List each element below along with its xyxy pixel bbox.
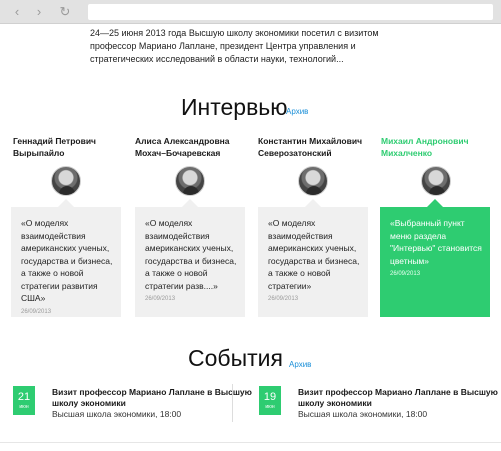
reload-icon[interactable]: ↻ bbox=[56, 3, 74, 21]
interview-quote: «О моделях взаимодействия американских у… bbox=[145, 218, 237, 291]
event-divider bbox=[232, 384, 233, 422]
chevron-left-icon[interactable]: ‹ bbox=[8, 3, 26, 21]
address-bar[interactable] bbox=[88, 4, 493, 20]
browser-toolbar: ‹ › ↻ bbox=[0, 0, 501, 24]
events-title: События bbox=[188, 345, 283, 371]
avatar[interactable] bbox=[51, 166, 81, 196]
event-day: 19 bbox=[263, 391, 277, 403]
interview-person-name[interactable]: Константин Михайлович Северозатонский bbox=[258, 135, 368, 159]
event-month: июн bbox=[19, 404, 29, 410]
interviews-title: Интервью bbox=[181, 94, 288, 120]
interview-person-name-active[interactable]: Михаил Андронович Михалченко bbox=[381, 135, 491, 159]
page-divider bbox=[0, 442, 501, 443]
chevron-right-icon[interactable]: › bbox=[30, 3, 48, 21]
event-day: 21 bbox=[17, 391, 31, 403]
interviews-archive-link[interactable]: Архив bbox=[286, 107, 308, 116]
interview-quote: «О моделях взаимодействия американских у… bbox=[21, 218, 113, 303]
interview-person-name[interactable]: Алиса Александровна Мохач–Бочаревская bbox=[135, 135, 245, 159]
interview-date: 26/09/2013 bbox=[21, 308, 52, 315]
intro-text: 24—25 июня 2013 года Высшую школу эконом… bbox=[90, 28, 379, 64]
event-title-link[interactable]: Визит профессор Мариано Лаплане в Высшую… bbox=[52, 387, 252, 409]
event-month: июн bbox=[265, 404, 275, 410]
avatar[interactable] bbox=[175, 166, 205, 196]
event-place: Высшая школа экономики, 18:00 bbox=[298, 409, 428, 419]
events-archive-link[interactable]: Архив bbox=[289, 360, 311, 369]
interview-person-name[interactable]: Геннадий Петрович Вырыпайло bbox=[13, 135, 113, 159]
interview-date: 26/09/2013 bbox=[145, 296, 176, 302]
event-date-badge: 19 июн bbox=[259, 386, 281, 415]
event-place: Высшая школа экономики, 18:00 bbox=[52, 409, 182, 419]
avatar[interactable] bbox=[421, 166, 451, 196]
interview-card[interactable]: «О моделях взаимодействия американских у… bbox=[135, 199, 245, 317]
interview-card[interactable]: «О моделях взаимодействия американских у… bbox=[11, 199, 121, 317]
interview-date: 26/09/2013 bbox=[390, 271, 421, 277]
interview-date: 26/09/2013 bbox=[268, 296, 299, 302]
interview-card-active[interactable]: «Выбранный пункт меню раздела "Интервью"… bbox=[380, 199, 490, 317]
event-title-link[interactable]: Визит профессор Мариано Лаплане в Высшую… bbox=[298, 387, 498, 409]
interview-card[interactable]: «О моделях взаимодействия американских у… bbox=[258, 199, 368, 317]
avatar[interactable] bbox=[298, 166, 328, 196]
interview-quote: «Выбранный пункт меню раздела "Интервью"… bbox=[390, 218, 482, 266]
interview-quote: «О моделях взаимодействия американских у… bbox=[268, 218, 360, 291]
event-date-badge: 21 июн bbox=[13, 386, 35, 415]
